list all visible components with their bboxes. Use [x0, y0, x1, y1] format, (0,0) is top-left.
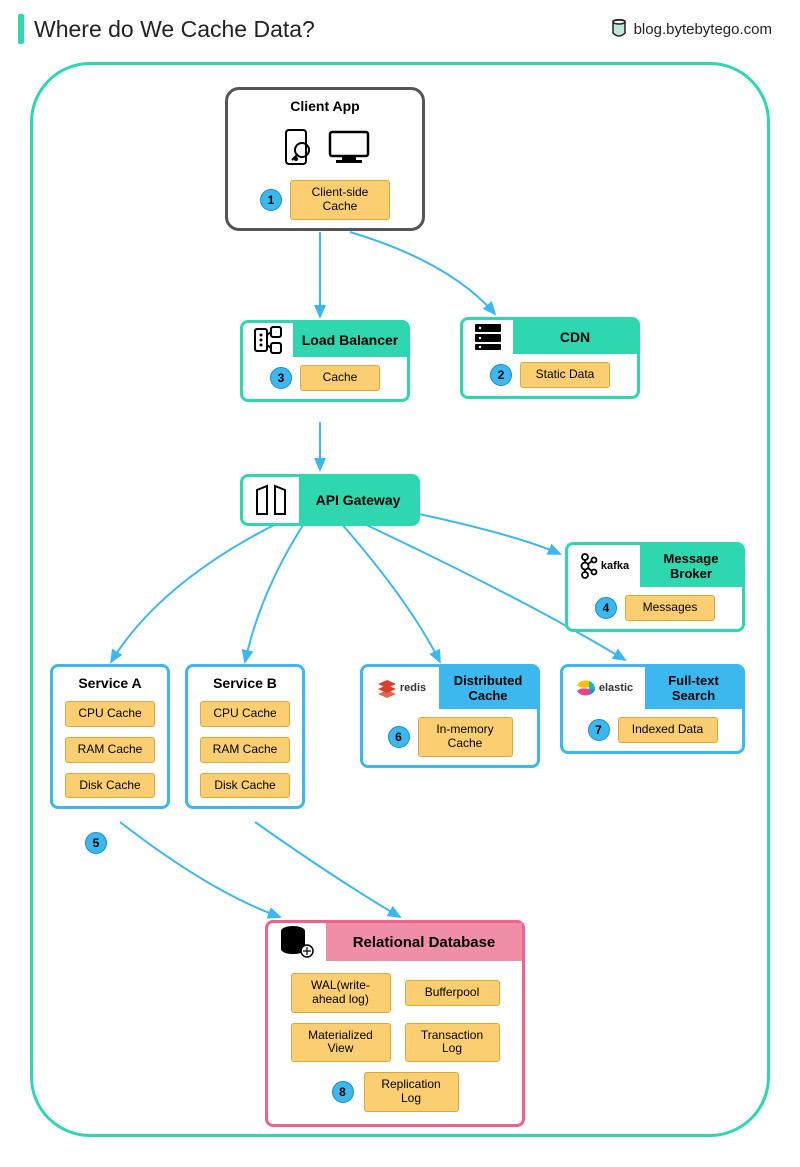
kafka-label: kafka — [601, 560, 629, 572]
db-item-1: Bufferpool — [405, 980, 500, 1006]
svcB-item-1: RAM Cache — [200, 737, 290, 763]
brand: blog.bytebytego.com — [610, 19, 772, 39]
redis-logo-icon: redis — [363, 667, 439, 709]
svcA-item-0: CPU Cache — [65, 701, 155, 727]
monitor-icon — [324, 126, 374, 170]
header: Where do We Cache Data? blog.bytebytego.… — [0, 0, 800, 54]
dist-cache-pill: In-memory Cache — [418, 717, 513, 757]
relational-db-box: Relational Database WAL(write-ahead log)… — [265, 920, 525, 1127]
cdn-title: CDN — [513, 320, 637, 354]
load-balancer-box: Load Balancer 3 Cache — [240, 320, 410, 402]
client-title: Client App — [228, 90, 422, 116]
db-item-2: Materialized View — [291, 1023, 391, 1063]
badge-num-4: 4 — [595, 597, 617, 619]
elastic-label: elastic — [599, 682, 633, 694]
phone-icon — [276, 126, 316, 170]
svcA-item-1: RAM Cache — [65, 737, 155, 763]
badge-num-1: 1 — [260, 189, 282, 211]
api-gateway-box: API Gateway — [240, 474, 420, 526]
broker-cache-pill: Messages — [625, 595, 715, 621]
server-stack-icon — [463, 320, 513, 354]
svcB-item-0: CPU Cache — [200, 701, 290, 727]
fulltext-search-box: elastic Full-text Search 7 Indexed Data — [560, 664, 745, 754]
page-title: Where do We Cache Data? — [34, 16, 315, 43]
search-title: Full-text Search — [645, 667, 742, 709]
cdn-cache-pill: Static Data — [520, 362, 610, 388]
client-app-box: Client App 1 Client-side Cache — [225, 87, 425, 231]
redis-label: redis — [400, 682, 426, 694]
kafka-logo-icon: kafka — [568, 545, 640, 587]
brand-text: blog.bytebytego.com — [634, 21, 772, 38]
client-cache-pill: Client-side Cache — [290, 180, 390, 220]
badge-num-3: 3 — [270, 367, 292, 389]
gateway-icon — [243, 477, 299, 523]
gw-title: API Gateway — [299, 477, 417, 523]
brand-logo-icon — [610, 19, 628, 39]
database-icon — [268, 923, 326, 961]
badge-num-7: 7 — [588, 719, 610, 741]
distributed-cache-box: redis Distributed Cache 6 In-memory Cach… — [360, 664, 540, 768]
title-accent-bar — [18, 14, 24, 44]
badge-num-5: 5 — [85, 832, 107, 854]
db-item-4: Replication Log — [364, 1072, 459, 1112]
cdn-box: CDN 2 Static Data — [460, 317, 640, 399]
load-balancer-icon — [243, 323, 293, 357]
elastic-logo-icon: elastic — [563, 667, 645, 709]
message-broker-box: kafka Message Broker 4 Messages — [565, 542, 745, 632]
search-cache-pill: Indexed Data — [618, 717, 718, 743]
service-b-box: Service B CPU Cache RAM Cache Disk Cache — [185, 664, 305, 809]
svcA-item-2: Disk Cache — [65, 773, 155, 799]
badge-num-8: 8 — [332, 1081, 354, 1103]
lb-title: Load Balancer — [293, 323, 407, 357]
svcA-title: Service A — [53, 667, 167, 693]
broker-title: Message Broker — [640, 545, 742, 587]
db-item-3: Transaction Log — [405, 1023, 500, 1063]
db-item-0: WAL(write-ahead log) — [291, 973, 391, 1013]
lb-cache-pill: Cache — [300, 365, 380, 391]
dist-title: Distributed Cache — [439, 667, 537, 709]
svcB-item-2: Disk Cache — [200, 773, 290, 799]
db-title: Relational Database — [326, 923, 522, 961]
svcB-title: Service B — [188, 667, 302, 693]
diagram-canvas: Client App 1 Client-side Cache Load Bala… — [30, 62, 770, 1137]
badge-num-6: 6 — [388, 726, 410, 748]
service-a-box: Service A CPU Cache RAM Cache Disk Cache — [50, 664, 170, 809]
badge-num-2: 2 — [490, 364, 512, 386]
